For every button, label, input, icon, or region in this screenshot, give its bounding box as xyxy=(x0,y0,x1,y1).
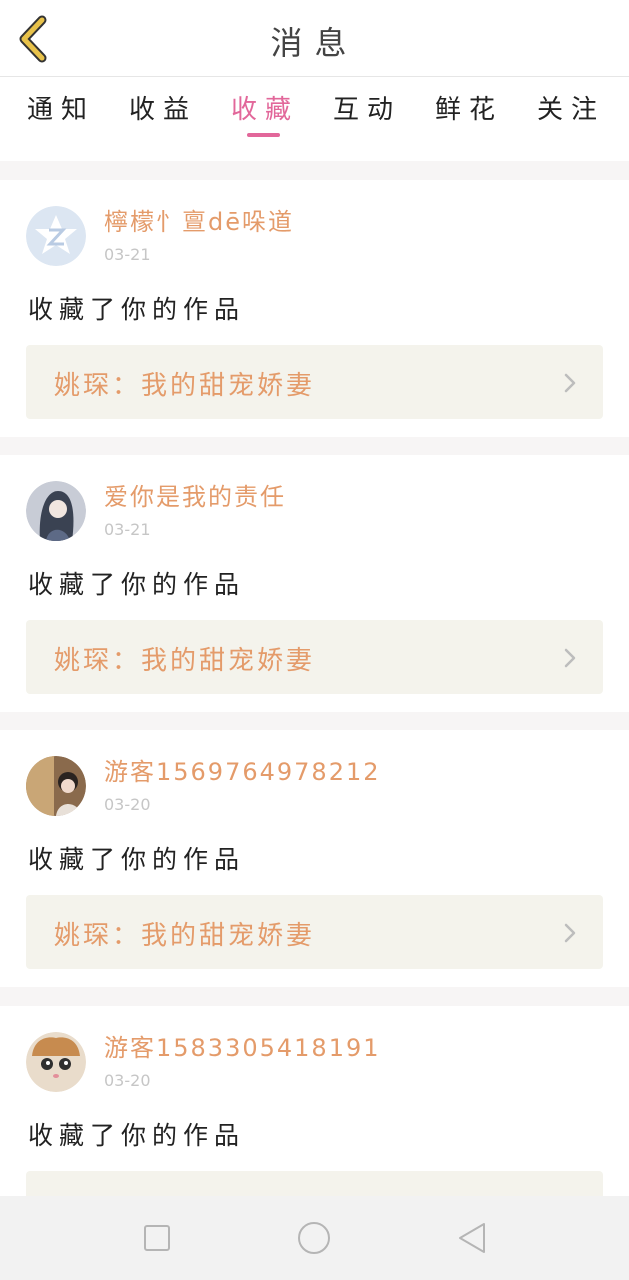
username[interactable]: 爱你是我的责任 xyxy=(104,477,286,512)
username[interactable]: 游客1569764978212 xyxy=(104,752,381,787)
system-nav-bar xyxy=(0,1196,629,1280)
action-text: 收藏了你的作品 xyxy=(28,570,246,599)
action-text: 收藏了你的作品 xyxy=(28,1121,246,1150)
tab-earnings[interactable]: 收益 xyxy=(118,89,208,126)
work-link[interactable]: 姚琛：我的甜宠娇妻 xyxy=(26,895,603,969)
timestamp: 03-21 xyxy=(104,520,151,539)
active-tab-indicator xyxy=(247,133,280,137)
page-title: 消息 xyxy=(270,24,359,62)
work-link[interactable]: 姚琛：我的甜宠娇妻 xyxy=(26,620,603,694)
avatar[interactable] xyxy=(26,481,86,541)
work-title: 姚琛：我的甜宠娇妻 xyxy=(54,921,316,951)
avatar[interactable] xyxy=(26,756,86,816)
work-link[interactable]: 姚琛：我的甜宠娇妻 xyxy=(26,345,603,419)
triangle-back-icon xyxy=(459,1223,485,1253)
work-title: 姚琛：我的甜宠娇妻 xyxy=(54,371,316,401)
chevron-right-icon xyxy=(564,648,576,668)
tab-interactions[interactable]: 互动 xyxy=(322,89,412,126)
tab-bar: 通知 收益 收藏 互动 鲜花 关注 xyxy=(0,77,629,161)
home-button[interactable] xyxy=(294,1218,334,1258)
avatar[interactable] xyxy=(26,206,86,266)
chevron-right-icon xyxy=(564,373,576,393)
app-header: 消息 xyxy=(0,0,629,77)
timestamp: 03-20 xyxy=(104,795,151,814)
recent-apps-button[interactable] xyxy=(137,1218,177,1258)
work-title: 姚琛：我的甜宠娇妻 xyxy=(54,646,316,676)
chevron-right-icon xyxy=(564,923,576,943)
notification-card: 檸檬忄亶dē哚道 03-21 收藏了你的作品 姚琛：我的甜宠娇妻 xyxy=(0,180,629,437)
notification-card: 游客1569764978212 03-20 收藏了你的作品 姚琛：我的甜宠娇妻 xyxy=(0,730,629,987)
tab-following[interactable]: 关注 xyxy=(526,89,616,126)
anime-avatar-icon xyxy=(26,481,86,541)
system-back-button[interactable] xyxy=(452,1218,492,1258)
action-text: 收藏了你的作品 xyxy=(28,295,246,324)
circle-icon xyxy=(298,1222,330,1254)
tab-notifications[interactable]: 通知 xyxy=(16,89,106,126)
tab-favorites[interactable]: 收藏 xyxy=(220,89,310,126)
username[interactable]: 檸檬忄亶dē哚道 xyxy=(104,202,294,237)
notification-card: 爱你是我的责任 03-21 收藏了你的作品 姚琛：我的甜宠娇妻 xyxy=(0,455,629,712)
avatar[interactable] xyxy=(26,1032,86,1092)
action-text: 收藏了你的作品 xyxy=(28,845,246,874)
username[interactable]: 游客1583305418191 xyxy=(104,1028,381,1063)
qq-default-avatar-icon xyxy=(26,206,86,266)
timestamp: 03-20 xyxy=(104,1071,151,1090)
photo-avatar-icon xyxy=(26,756,86,816)
timestamp: 03-21 xyxy=(104,245,151,264)
cat-avatar-icon xyxy=(26,1032,86,1092)
tab-flowers[interactable]: 鲜花 xyxy=(424,89,514,126)
square-icon xyxy=(144,1225,170,1251)
